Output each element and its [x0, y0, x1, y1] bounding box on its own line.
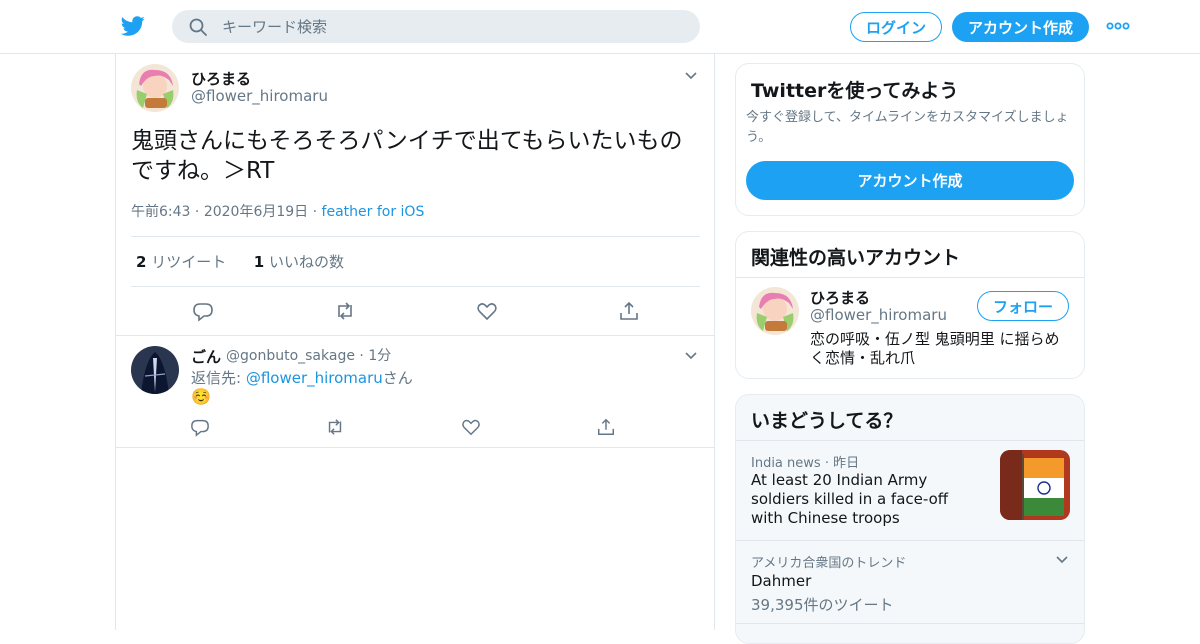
tweet-date[interactable]: 2020年6月19日	[204, 204, 308, 220]
trend-title: Dahmer	[751, 572, 812, 590]
more-icon[interactable]	[1106, 20, 1130, 32]
like-label: いいねの数	[269, 253, 345, 271]
reply-author-name[interactable]: ごん	[191, 346, 221, 367]
trend-meta: アメリカ合衆国のトレンド	[751, 556, 907, 571]
reply-icon[interactable]	[190, 417, 210, 437]
retweet-count: 2	[136, 253, 147, 271]
reply-mention-link[interactable]: @flower_hiromaru	[246, 369, 383, 387]
trends-card: いまどうしてる？ India news · 昨日 At least 20 Ind…	[735, 394, 1085, 644]
author-name[interactable]: ひろまる	[191, 68, 251, 89]
tweet-stats: 2 リツイート 1 いいねの数	[136, 251, 344, 272]
related-card-title: 関連性の高いアカウント	[751, 247, 961, 269]
tweet-source[interactable]: feather for iOS	[322, 204, 425, 220]
trend-time: 昨日	[833, 456, 860, 471]
retweet-icon[interactable]	[325, 417, 345, 437]
avatar-illustration-icon	[751, 287, 799, 335]
divider	[736, 540, 1084, 541]
signup-card-title: Twitterを使ってみよう	[751, 80, 959, 102]
main-timeline: ひろまる @flower_hiromaru 鬼頭さんにもそろそろパンイチで出ても…	[115, 54, 715, 630]
avatar[interactable]	[131, 346, 179, 394]
follow-button[interactable]: フォロー	[977, 291, 1069, 321]
trend-meta: India news · 昨日	[751, 452, 859, 471]
trend-source: India news	[751, 456, 821, 471]
retweet-label: リツイート	[151, 253, 227, 271]
search-icon	[189, 18, 207, 36]
like-icon[interactable]	[461, 417, 481, 437]
divider	[116, 335, 714, 336]
trend-tweet-count: 39,395件のツイート	[751, 596, 894, 614]
reply-author-handle[interactable]: @gonbuto_sakage	[226, 348, 355, 364]
retweet-stat[interactable]: 2 リツイート	[136, 253, 226, 271]
top-bar: ログイン アカウント作成	[0, 0, 1200, 54]
share-icon[interactable]	[618, 300, 640, 322]
tweet-meta: 午前6:43 · 2020年6月19日 · feather for iOS	[131, 201, 424, 221]
related-account-bio: 恋の呼吸・伍ノ型 鬼頭明里 に揺らめく恋情・乱れ爪	[810, 330, 1060, 367]
signup-card-button[interactable]: アカウント作成	[746, 161, 1074, 200]
divider	[736, 277, 1084, 278]
reply-time[interactable]: 1分	[368, 348, 391, 364]
reply-author-meta: @gonbuto_sakage · 1分	[226, 346, 391, 366]
retweet-icon[interactable]	[334, 300, 356, 322]
divider	[131, 286, 700, 287]
divider	[116, 447, 714, 448]
divider	[131, 236, 700, 237]
india-flag-icon	[1000, 450, 1070, 520]
signup-button[interactable]: アカウント作成	[952, 12, 1089, 42]
related-accounts-card: 関連性の高いアカウント ひろまる @flower_hiromaru フォロー 恋…	[735, 231, 1085, 379]
search-box[interactable]	[172, 10, 700, 43]
meta-separator: ·	[194, 204, 204, 220]
reply-icon[interactable]	[192, 300, 214, 322]
trend-thumbnail	[1000, 450, 1070, 520]
login-button[interactable]: ログイン	[850, 12, 942, 42]
like-count: 1	[253, 253, 265, 271]
signup-card: Twitterを使ってみよう 今すぐ登録して、タイムラインをカスタマイズしましょ…	[735, 63, 1085, 216]
meta-separator: ·	[824, 456, 834, 471]
avatar[interactable]	[751, 287, 799, 335]
related-account-name[interactable]: ひろまる	[810, 287, 870, 308]
reply-to-line: 返信先: @flower_hiromaruさん	[191, 367, 413, 388]
avatar[interactable]	[131, 64, 179, 112]
chevron-down-icon[interactable]	[684, 71, 698, 81]
chevron-down-icon[interactable]	[684, 351, 698, 361]
meta-separator: ·	[312, 204, 322, 220]
tweet-time[interactable]: 午前6:43	[131, 204, 190, 220]
trends-card-title: いまどうしてる？	[751, 410, 903, 432]
tweet-text: 鬼頭さんにもそろそろパンイチで出てもらいたいものですね。＞RT	[131, 128, 683, 184]
trend-title: At least 20 Indian Army soldiers killed …	[751, 471, 949, 527]
chevron-down-icon[interactable]	[1055, 555, 1069, 565]
avatar-photo-icon	[131, 346, 179, 394]
reply-to-suffix: さん	[382, 369, 413, 387]
reply-text: ☺️	[191, 387, 211, 406]
divider	[736, 440, 1084, 441]
share-icon[interactable]	[596, 417, 616, 437]
twitter-logo-icon[interactable]	[120, 14, 146, 38]
search-input[interactable]	[222, 10, 682, 43]
author-handle[interactable]: @flower_hiromaru	[191, 87, 328, 105]
related-account-handle[interactable]: @flower_hiromaru	[810, 306, 947, 324]
like-stat[interactable]: 1 いいねの数	[254, 253, 344, 271]
like-icon[interactable]	[476, 300, 498, 322]
reply-to-prefix: 返信先:	[191, 369, 246, 387]
meta-separator: ·	[359, 348, 369, 364]
signup-card-subtitle: 今すぐ登録して、タイムラインをカスタマイズしましょう。	[746, 110, 1069, 145]
avatar-illustration-icon	[131, 64, 179, 112]
divider	[736, 623, 1084, 624]
